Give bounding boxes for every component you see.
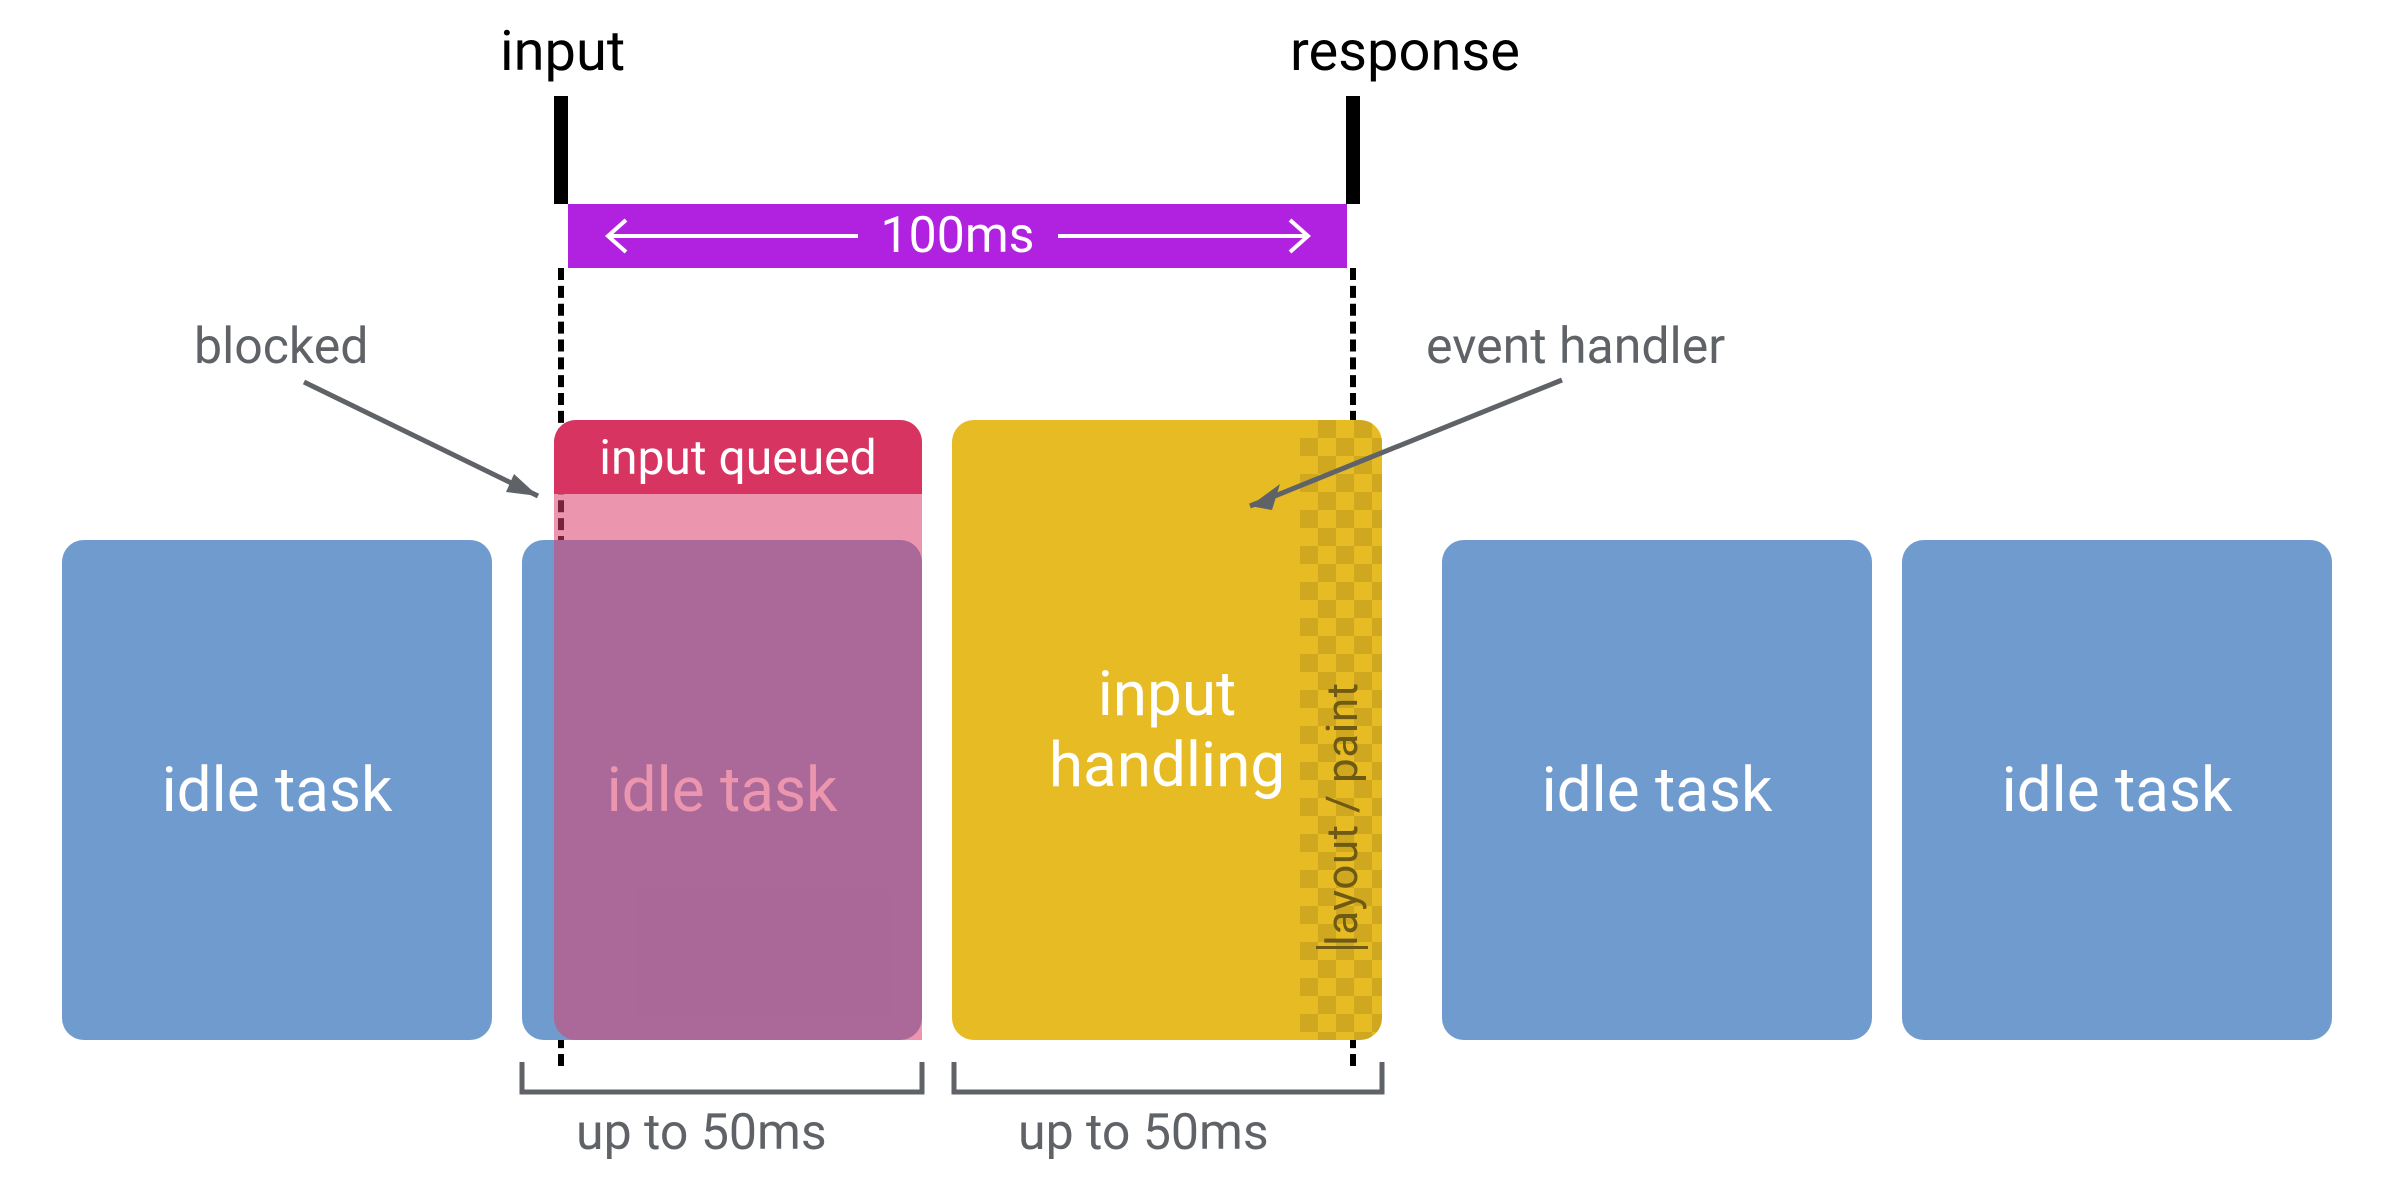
label-input: input [500, 18, 625, 84]
arrow-blocked [300, 378, 560, 518]
tick-response [1346, 96, 1360, 204]
label-response: response [1290, 18, 1520, 84]
caption-blocked: blocked [194, 318, 369, 376]
header-input-queued: input queued [554, 420, 922, 494]
caption-duration-left: up to 50ms [576, 1104, 827, 1162]
caption-event-handler: event handler [1426, 318, 1725, 376]
bar-total-duration: 100ms [568, 204, 1347, 268]
arrow-event-handler [1228, 376, 1568, 526]
caption-duration-right: up to 50ms [1018, 1104, 1269, 1162]
block-idle-1: idle task [62, 540, 492, 1040]
tick-input [554, 96, 568, 204]
label-layout-paint: layout / paint [1316, 560, 1368, 949]
block-idle-4: idle task [1902, 540, 2332, 1040]
overlay-input-queued [554, 420, 922, 1040]
diagram-stage: input response 100ms idle task idle task… [0, 0, 2400, 1200]
bracket-right [950, 1058, 1386, 1108]
block-idle-3: idle task [1442, 540, 1872, 1040]
label-total-duration: 100ms [881, 207, 1035, 265]
bracket-left [518, 1058, 926, 1108]
